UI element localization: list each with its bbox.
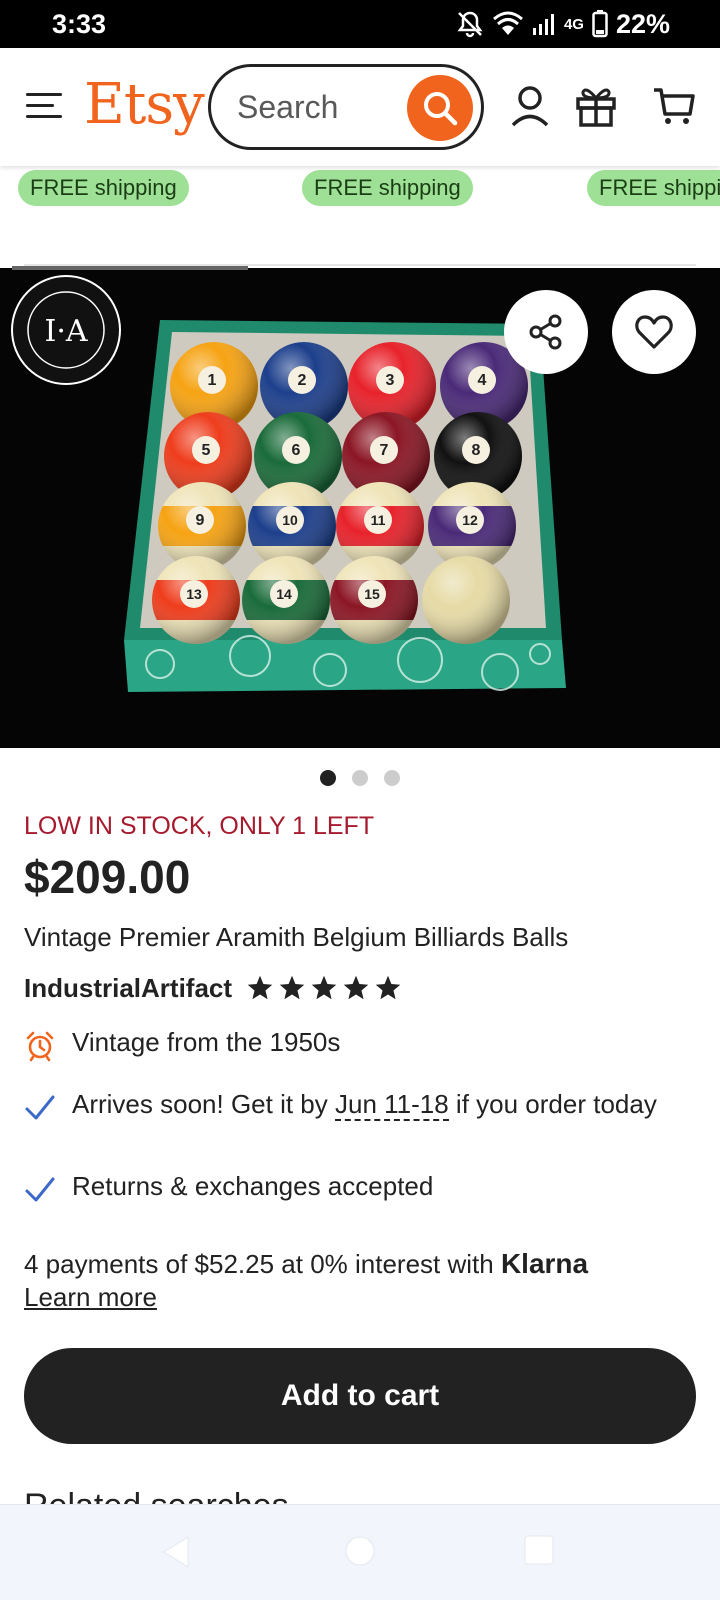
free-shipping-badge: FREE shipping [18, 170, 189, 206]
svg-text:5: 5 [202, 442, 211, 459]
signal-icon [532, 14, 554, 35]
svg-text:2: 2 [298, 372, 307, 389]
product-price: $209.00 [24, 851, 191, 903]
star-icon [247, 975, 273, 1000]
vintage-text: Vintage from the 1950s [72, 1027, 341, 1057]
pagination-dot[interactable] [384, 770, 400, 786]
billiard-ball-13: 13 [152, 556, 240, 644]
back-icon[interactable] [160, 1535, 192, 1569]
gift-icon[interactable] [574, 84, 618, 128]
shop-info[interactable]: IndustrialArtifact [24, 970, 402, 1006]
mute-notifications-icon [457, 11, 483, 38]
free-shipping-badge: FREE shipping [587, 170, 720, 206]
billiard-ball-15: 15 [330, 556, 418, 644]
svg-text:7: 7 [380, 442, 389, 459]
network-type: 4G [563, 15, 584, 33]
product-image[interactable]: 1 2 3 4 5 6 7 8 9 10 11 12 13 14 15 I·A [0, 268, 720, 748]
svg-text:1: 1 [208, 372, 217, 389]
share-icon [529, 314, 562, 350]
related-searches-heading: Related searches [24, 1484, 289, 1504]
account-icon[interactable] [508, 84, 552, 128]
home-icon[interactable] [344, 1535, 376, 1567]
alarm-clock-icon [26, 1031, 54, 1062]
pagination-dot-active[interactable] [320, 770, 336, 786]
battery-icon [592, 10, 608, 38]
svg-text:9: 9 [196, 512, 205, 529]
svg-text:4: 4 [478, 372, 487, 389]
arrival-suffix: if you order today [448, 1089, 657, 1119]
checkmark-icon [25, 1177, 55, 1202]
scroll-indicator [12, 266, 248, 270]
stock-notice: LOW IN STOCK, ONLY 1 LEFT [24, 812, 375, 840]
watermark-initials: I·A [44, 314, 87, 349]
app-header: Etsy [0, 48, 720, 166]
star-rating[interactable] [246, 974, 402, 1002]
status-time: 3:33 [52, 9, 107, 39]
arrival-text: Arrives soon! Get it by Jun 11-18 if you… [72, 1086, 692, 1122]
product-title: Vintage Premier Aramith Belgium Billiard… [24, 922, 569, 952]
shipping-carousel: FREE shipping FREE shipping FREE shippin… [0, 166, 720, 266]
star-icon [279, 975, 305, 1000]
add-to-cart-button[interactable]: Add to cart [24, 1348, 696, 1444]
search-input[interactable] [237, 89, 387, 125]
battery-level: 22% [615, 8, 670, 39]
heart-icon [635, 315, 673, 349]
search-bar[interactable] [208, 64, 484, 150]
svg-text:8: 8 [472, 442, 481, 459]
svg-text:3: 3 [386, 372, 395, 389]
search-icon [424, 92, 458, 126]
checkmark-icon [25, 1095, 55, 1120]
svg-text:10: 10 [282, 512, 298, 528]
learn-more-link[interactable]: Learn more [24, 1282, 157, 1313]
system-nav-bar [0, 1504, 720, 1600]
klarna-logo: Klarna [500, 1248, 589, 1279]
star-icon [343, 975, 369, 1000]
etsy-logo[interactable]: Etsy [84, 72, 205, 137]
seller-watermark: I·A [11, 275, 121, 385]
recent-apps-icon[interactable] [524, 1535, 554, 1565]
svg-text:11: 11 [371, 512, 386, 528]
image-pagination[interactable] [320, 770, 400, 786]
svg-text:13: 13 [186, 586, 202, 602]
svg-text:15: 15 [364, 586, 380, 602]
wifi-icon [492, 11, 523, 35]
favorite-button[interactable] [612, 290, 696, 374]
star-icon [311, 975, 337, 1000]
pagination-dot[interactable] [352, 770, 368, 786]
arrival-prefix: Arrives soon! Get it by [72, 1089, 335, 1119]
status-icons: 4G 22% [456, 9, 670, 39]
share-button[interactable] [504, 290, 588, 374]
installments-text: 4 payments of $52.25 at 0% interest with [24, 1249, 501, 1279]
star-icon [375, 975, 401, 1000]
klarna-installments: 4 payments of $52.25 at 0% interest with… [24, 1246, 694, 1282]
search-button[interactable] [407, 75, 473, 141]
svg-text:14: 14 [276, 586, 292, 602]
returns-text: Returns & exchanges accepted [72, 1171, 434, 1201]
cue-ball [422, 556, 510, 644]
menu-icon[interactable] [26, 93, 62, 121]
svg-text:6: 6 [292, 442, 301, 459]
shop-name-link[interactable]: IndustrialArtifact [24, 973, 232, 1004]
status-bar: 3:33 4G 22% [0, 0, 720, 48]
free-shipping-badge: FREE shipping [302, 170, 473, 206]
billiard-ball-14: 14 [242, 556, 330, 644]
cart-icon[interactable] [652, 84, 696, 128]
svg-text:12: 12 [462, 512, 478, 528]
delivery-date-link[interactable]: Jun 11-18 [334, 1089, 449, 1121]
